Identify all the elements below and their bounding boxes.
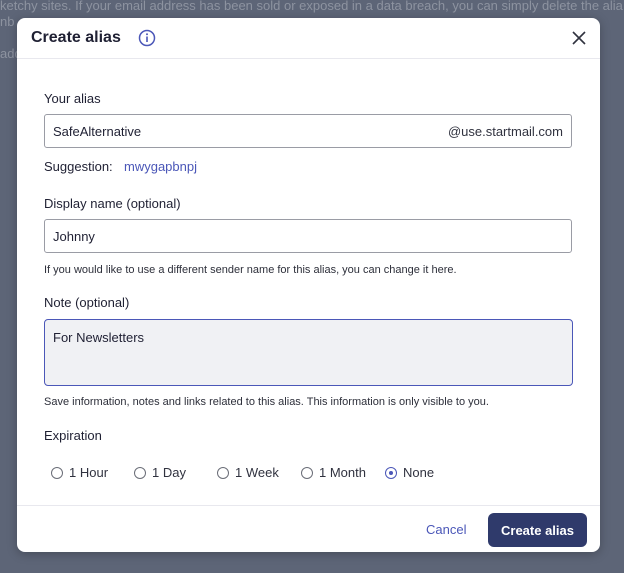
expiration-radio-group: 1 Hour 1 Day 1 Week 1 Month None — [17, 465, 600, 485]
cancel-button[interactable]: Cancel — [426, 522, 466, 537]
radio-label: 1 Week — [235, 465, 279, 480]
dialog-header: Create alias — [17, 18, 600, 59]
close-icon[interactable] — [570, 29, 588, 47]
dialog-title: Create alias — [31, 29, 121, 46]
suggestion-link[interactable]: mwygapbnpj — [124, 159, 197, 174]
note-textarea[interactable]: For Newsletters — [44, 319, 573, 386]
background-text-line: nb — [0, 14, 15, 29]
create-alias-dialog: Create alias Your alias SafeAlternative … — [17, 18, 600, 552]
radio-label: None — [403, 465, 435, 480]
display-name-value: Johnny — [53, 229, 95, 244]
note-helper: Save information, notes and links relate… — [44, 396, 489, 408]
info-icon[interactable] — [138, 29, 156, 47]
radio-circle — [301, 467, 313, 479]
display-name-helper: If you would like to use a different sen… — [44, 264, 457, 276]
display-name-input[interactable]: Johnny — [44, 219, 572, 253]
note-value: For Newsletters — [53, 330, 145, 345]
radio-circle — [134, 467, 146, 479]
footer-divider — [17, 505, 600, 506]
alias-input[interactable]: SafeAlternative @use.startmail.com — [44, 114, 572, 148]
radio-circle — [217, 467, 229, 479]
radio-circle-selected — [385, 467, 397, 479]
alias-domain-suffix: @use.startmail.com — [447, 124, 563, 139]
radio-circle — [51, 467, 63, 479]
background-text-line: ketchy sites. If your email address has … — [0, 0, 623, 13]
display-name-label: Display name (optional) — [44, 196, 181, 211]
alias-label: Your alias — [44, 91, 101, 106]
radio-label: 1 Month — [319, 465, 366, 480]
radio-label: 1 Hour — [69, 465, 109, 480]
create-alias-button[interactable]: Create alias — [488, 513, 587, 547]
expiration-label: Expiration — [44, 428, 102, 443]
note-label: Note (optional) — [44, 295, 130, 310]
radio-label: 1 Day — [152, 465, 186, 480]
suggestion-label: Suggestion: — [44, 159, 113, 174]
alias-value: SafeAlternative — [53, 124, 142, 139]
